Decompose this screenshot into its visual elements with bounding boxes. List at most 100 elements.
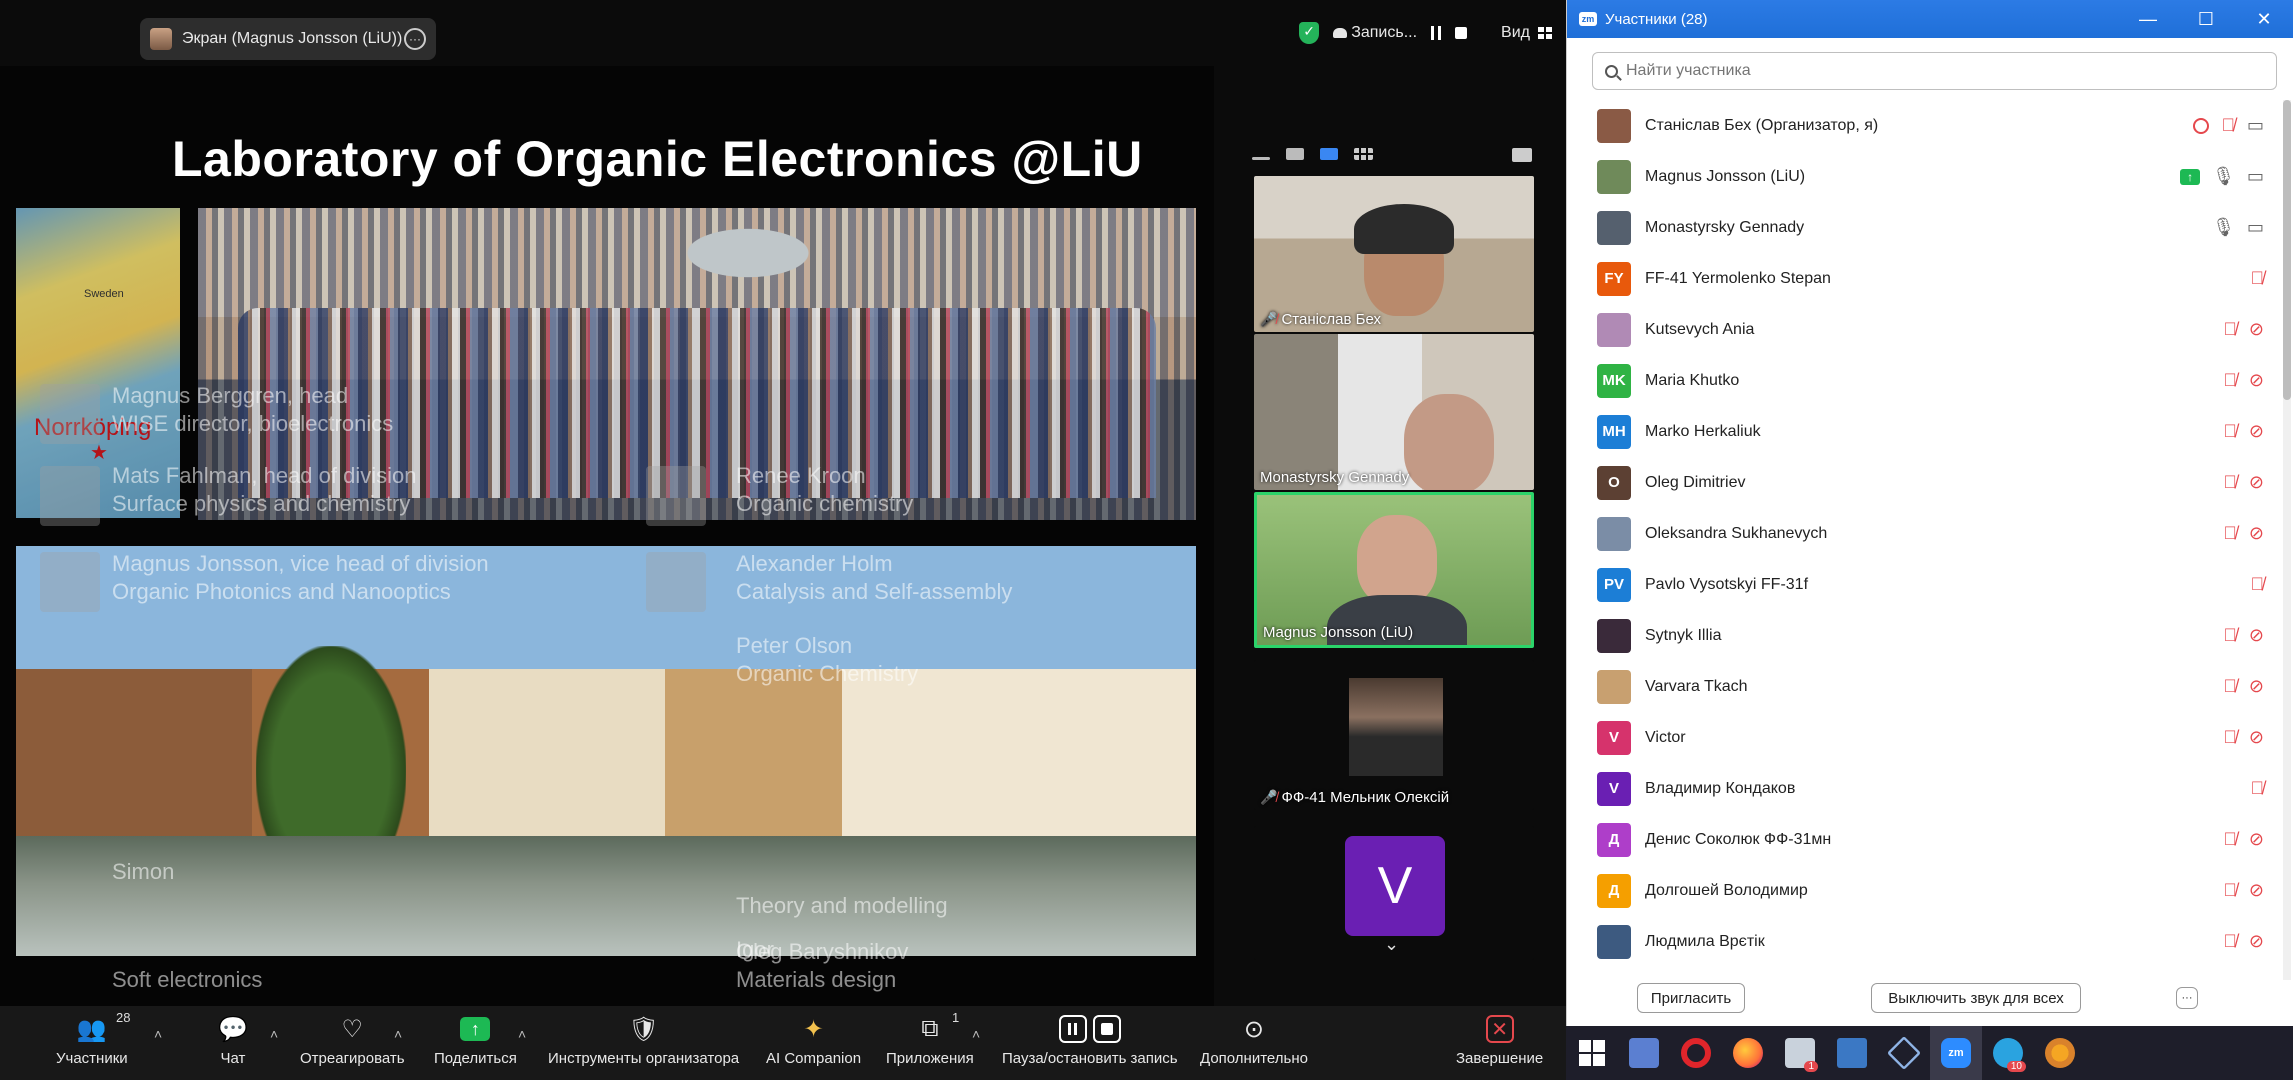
gallery-view-icon[interactable] bbox=[1354, 148, 1373, 160]
react-button[interactable]: ♡ Отреагировать bbox=[300, 1012, 405, 1068]
camera-off-icon[interactable]: ⊘ bbox=[2249, 523, 2264, 544]
participant-row[interactable]: Kutsevych Ania 🎙̸ ⊘ bbox=[1567, 304, 2278, 355]
save-disk-icon[interactable] bbox=[1826, 1026, 1878, 1080]
camera-off-icon[interactable]: ⊘ bbox=[2249, 829, 2264, 850]
mic-off-icon[interactable]: 🎙̸ bbox=[2223, 829, 2237, 850]
invite-button[interactable]: Пригласить bbox=[1637, 983, 1745, 1013]
mic-off-icon[interactable]: 🎙̸ bbox=[2223, 625, 2237, 646]
close-icon[interactable]: ✕ bbox=[2235, 9, 2293, 30]
participant-row[interactable]: O Oleg Dimitriev 🎙̸ ⊘ bbox=[1567, 457, 2278, 508]
participant-row[interactable]: Oleksandra Sukhanevych 🎙̸ ⊘ bbox=[1567, 508, 2278, 559]
mic-off-icon[interactable]: 🎙̸ bbox=[2223, 727, 2237, 748]
mail-app-icon[interactable]: 1 bbox=[1774, 1026, 1826, 1080]
caret-up-icon[interactable]: ˄ bbox=[518, 1026, 526, 1042]
settings-app-icon[interactable] bbox=[2034, 1026, 2086, 1080]
mic-on-icon[interactable]: 🎙 bbox=[2212, 217, 2235, 238]
camera-on-icon[interactable]: ▭ bbox=[2247, 166, 2264, 187]
camera-off-icon[interactable]: ⊘ bbox=[2249, 676, 2264, 697]
participant-row[interactable]: Станіслав Бех (Организатор, я) 🎙̸ ▭ bbox=[1567, 100, 2278, 151]
security-shield-icon[interactable] bbox=[1299, 22, 1320, 44]
screen-share-indicator[interactable]: Экран (Magnus Jonsson (LiU)) ··· bbox=[140, 18, 436, 60]
camera-off-icon[interactable]: ⊘ bbox=[2249, 727, 2264, 748]
camera-off-icon[interactable]: ⊘ bbox=[2249, 319, 2264, 340]
search-input[interactable] bbox=[1626, 62, 2276, 80]
mic-off-icon[interactable]: 🎙̸ bbox=[2221, 115, 2235, 136]
strip-view-icon[interactable] bbox=[1320, 148, 1338, 160]
participant-row[interactable]: Sytnyk Illia 🎙̸ ⊘ bbox=[1567, 610, 2278, 661]
participant-row[interactable]: Monastyrsky Gennady 🎙 ▭ bbox=[1567, 202, 2278, 253]
mic-off-icon[interactable]: 🎙̸ bbox=[2223, 931, 2237, 952]
mic-off-icon[interactable]: 🎙̸ bbox=[2223, 421, 2237, 442]
caret-up-icon[interactable]: ˄ bbox=[972, 1026, 980, 1042]
participant-row[interactable]: Д Долгошей Володимир 🎙̸ ⊘ bbox=[1567, 865, 2278, 916]
windows-start-icon[interactable] bbox=[1566, 1026, 1618, 1080]
participant-row[interactable]: Magnus Jonsson (LiU) ↑ 🎙 ▭ bbox=[1567, 151, 2278, 202]
camera-off-icon[interactable]: ⊘ bbox=[2249, 472, 2264, 493]
scrollbar[interactable] bbox=[2283, 100, 2291, 980]
participant-row[interactable]: V Victor 🎙̸ ⊘ bbox=[1567, 712, 2278, 763]
end-meeting-button[interactable]: ✕ Завершение bbox=[1456, 1012, 1543, 1067]
camera-off-icon[interactable]: ⊘ bbox=[2249, 421, 2264, 442]
zoom-taskbar-icon[interactable]: zm bbox=[1930, 1026, 1982, 1080]
participant-row[interactable]: MH Marko Herkaliuk 🎙̸ ⊘ bbox=[1567, 406, 2278, 457]
video-tile[interactable]: 🎤̸ Станіслав Бех bbox=[1254, 176, 1534, 332]
camera-on-icon[interactable]: ▭ bbox=[2247, 115, 2264, 136]
mic-off-icon[interactable]: 🎙̸ bbox=[2223, 523, 2237, 544]
participant-row[interactable]: PV Pavlo Vysotskyi FF-31f 🎙̸ bbox=[1567, 559, 2278, 610]
video-tile[interactable]: Monastyrsky Gennady bbox=[1254, 334, 1534, 490]
mic-off-icon[interactable]: 🎙̸ bbox=[2223, 472, 2237, 493]
mic-on-icon[interactable]: 🎙 bbox=[2212, 166, 2235, 187]
host-tools-button[interactable]: 🛡 Инструменты организатора bbox=[548, 1012, 739, 1068]
pip-icon[interactable] bbox=[1512, 148, 1532, 162]
camera-off-icon[interactable]: ⊘ bbox=[2249, 931, 2264, 952]
camera-off-icon[interactable]: ⊘ bbox=[2249, 370, 2264, 391]
chevron-down-icon[interactable]: ⌄ bbox=[1384, 934, 1399, 955]
pause-stop-record-button[interactable]: Пауза/остановить запись bbox=[1002, 1012, 1178, 1067]
mic-off-icon[interactable]: 🎙̸ bbox=[2223, 319, 2237, 340]
mic-off-icon[interactable]: 🎙̸ bbox=[2223, 370, 2237, 391]
recording-indicator[interactable]: Запись... bbox=[1333, 24, 1417, 42]
video-tile[interactable]: 🎤̸ ФФ-41 Мельник Олексій bbox=[1254, 660, 1534, 810]
telegram-icon[interactable]: 10 bbox=[1982, 1026, 2034, 1080]
more-icon[interactable]: ··· bbox=[404, 28, 426, 50]
opera-icon[interactable] bbox=[1670, 1026, 1722, 1080]
ghost-text: Theory and modelling bbox=[736, 893, 948, 918]
view-button[interactable]: Вид bbox=[1501, 24, 1552, 42]
participant-row[interactable]: FY FF-41 Yermolenko Stepan 🎙̸ bbox=[1567, 253, 2278, 304]
more-button[interactable]: ⊙ Дополнительно bbox=[1200, 1012, 1308, 1068]
mic-off-icon[interactable]: 🎙̸ bbox=[2251, 268, 2265, 289]
mic-off-icon[interactable]: 🎙̸ bbox=[2251, 778, 2265, 799]
participant-search[interactable] bbox=[1592, 52, 2277, 90]
minimize-icon[interactable]: — bbox=[2119, 9, 2177, 30]
camera-off-icon[interactable]: ⊘ bbox=[2249, 625, 2264, 646]
ai-companion-button[interactable]: ✦ AI Companion bbox=[766, 1012, 861, 1068]
more-options-button[interactable]: ··· bbox=[2176, 987, 2198, 1009]
pause-record-icon[interactable] bbox=[1431, 26, 1442, 40]
mic-off-icon[interactable]: 🎙̸ bbox=[2223, 676, 2237, 697]
firefox-icon[interactable] bbox=[1722, 1026, 1774, 1080]
chat-button[interactable]: 💬 Чат bbox=[218, 1012, 248, 1068]
single-video-icon[interactable] bbox=[1286, 148, 1304, 160]
caret-up-icon[interactable]: ˄ bbox=[154, 1026, 162, 1042]
participant-row[interactable]: V Владимир Кондаков 🎙̸ bbox=[1567, 763, 2278, 814]
caret-up-icon[interactable]: ˄ bbox=[270, 1026, 278, 1042]
maximize-icon[interactable]: ☐ bbox=[2177, 9, 2235, 30]
stop-record-icon[interactable] bbox=[1455, 27, 1468, 39]
participant-row[interactable]: MK Maria Khutko 🎙̸ ⊘ bbox=[1567, 355, 2278, 406]
video-tile-active-speaker[interactable]: Magnus Jonsson (LiU) bbox=[1254, 492, 1534, 648]
camera-on-icon[interactable]: ▭ bbox=[2247, 217, 2264, 238]
share-button[interactable]: ↑ Поделиться bbox=[434, 1012, 517, 1067]
camera-off-icon[interactable]: ⊘ bbox=[2249, 880, 2264, 901]
caret-up-icon[interactable]: ˄ bbox=[394, 1026, 402, 1042]
virtualbox-icon[interactable] bbox=[1878, 1026, 1930, 1080]
participant-row[interactable]: Varvara Tkach 🎙̸ ⊘ bbox=[1567, 661, 2278, 712]
network-tool-icon[interactable] bbox=[1618, 1026, 1670, 1080]
minimize-videos-icon[interactable] bbox=[1252, 156, 1270, 160]
participant-row[interactable]: Д Денис Соколюк ФФ-31мн 🎙̸ ⊘ bbox=[1567, 814, 2278, 865]
mic-off-icon[interactable]: 🎙̸ bbox=[2223, 880, 2237, 901]
apps-button[interactable]: ⧉ Приложения bbox=[886, 1012, 974, 1067]
mute-all-button[interactable]: Выключить звук для всех bbox=[1871, 983, 2081, 1013]
scrollbar-thumb[interactable] bbox=[2283, 100, 2291, 400]
mic-off-icon[interactable]: 🎙̸ bbox=[2251, 574, 2265, 595]
participant-row[interactable]: Людмила Врєтік 🎙̸ ⊘ bbox=[1567, 916, 2278, 967]
